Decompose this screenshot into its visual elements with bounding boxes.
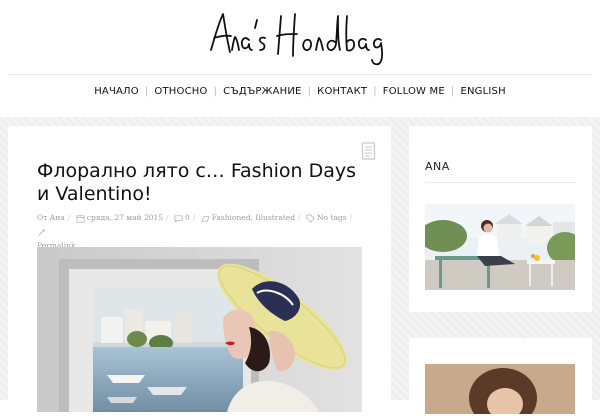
meta-separator: /: [349, 213, 353, 222]
sidebar-widget-ana: ANA: [409, 126, 592, 312]
nav-item-home[interactable]: НАЧАЛО: [94, 86, 139, 97]
post-author[interactable]: От Ана: [37, 211, 65, 225]
post-date[interactable]: сряда, 27 май 2015: [76, 211, 163, 225]
nav-separator: |: [307, 86, 312, 97]
sidebar-widget-portrait: [409, 338, 592, 414]
post-comments-count: 0: [184, 213, 190, 222]
folder-icon: [201, 215, 210, 222]
portrait-image[interactable]: [425, 364, 575, 414]
nav-separator: |: [450, 86, 455, 97]
post-categories-text: Fashioned, Illustrated: [211, 213, 296, 222]
nav-item-about[interactable]: ОТНОСНО: [154, 86, 207, 97]
meta-separator: /: [67, 213, 71, 222]
nav-item-contact[interactable]: КОНТАКТ: [317, 86, 367, 97]
post-tags[interactable]: No tags: [306, 211, 347, 225]
widget-title: ANA: [425, 160, 450, 173]
nav-separator: |: [213, 86, 218, 97]
site-logo[interactable]: [205, 6, 395, 66]
nav-separator: |: [373, 86, 377, 97]
widget-divider: [425, 182, 576, 183]
meta-separator: /: [298, 213, 301, 222]
tag-icon: [306, 214, 315, 223]
logo-signature-image: [210, 13, 384, 66]
ana-profile-image[interactable]: [425, 204, 575, 290]
post-categories[interactable]: Fashioned, Illustrated: [201, 211, 295, 225]
post-featured-image[interactable]: [37, 247, 362, 412]
post-date-text: сряда, 27 май 2015: [86, 213, 164, 222]
meta-separator: /: [166, 213, 169, 222]
header-divider: [8, 74, 592, 75]
terrace-photo: [425, 204, 575, 290]
meta-separator: /: [192, 213, 196, 222]
link-icon: [37, 225, 48, 239]
nav-item-follow-me[interactable]: FOLLOW ME: [383, 86, 445, 97]
post-title[interactable]: Флорално лято с… Fashion Days и Valentin…: [37, 160, 357, 206]
main-navigation: НАЧАЛО | ОТНОСНО | СЪДЪРЖАНИЕ | КОНТАКТ | FOLLOW…: [0, 86, 600, 104]
woman-portrait-photo: [425, 364, 575, 414]
calendar-icon: [76, 214, 85, 222]
document-icon[interactable]: [361, 142, 377, 160]
nav-item-english[interactable]: ENGLISH: [460, 86, 505, 97]
site-header: НАЧАЛО | ОТНОСНО | СЪДЪРЖАНИЕ | КОНТАКТ | FOLLOW…: [0, 0, 600, 117]
woman-in-hat-photo: [37, 247, 362, 412]
post-comments[interactable]: 0: [174, 211, 190, 225]
nav-item-contents[interactable]: СЪДЪРЖАНИЕ: [223, 86, 301, 97]
nav-separator: |: [144, 86, 149, 97]
post-tags-text: No tags: [316, 213, 347, 222]
post-card: Флорално лято с… Fashion Days и Valentin…: [8, 126, 391, 416]
comment-icon: [174, 214, 183, 223]
